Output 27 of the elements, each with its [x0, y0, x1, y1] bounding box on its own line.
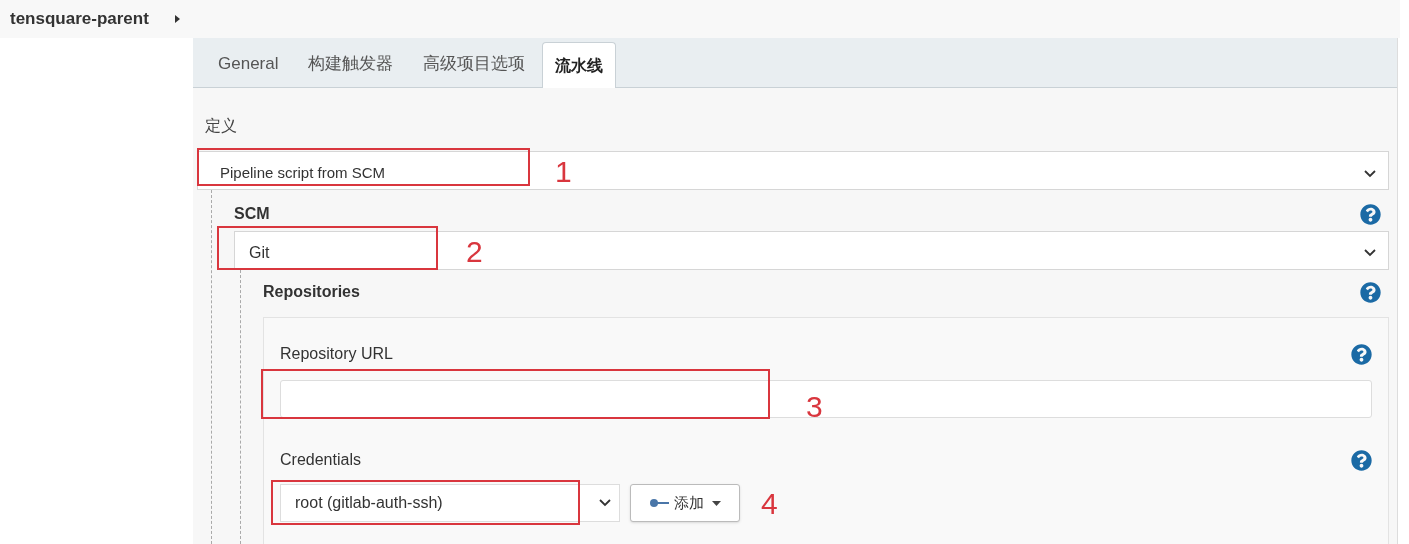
field-label: Credentials [280, 450, 361, 470]
tab[interactable]: 构建触发器 [295, 41, 407, 87]
field-label: SCM [234, 204, 270, 224]
credentials-select[interactable]: root (gitlab-auth-ssh) [280, 484, 620, 522]
add-button[interactable]: 添加 [630, 484, 740, 522]
tab[interactable]: 高级项目选项 [410, 41, 539, 87]
field-label: Repositories [263, 282, 360, 302]
annotation-number: 4 [761, 489, 778, 519]
key-icon [649, 498, 670, 508]
help-icon[interactable] [1351, 343, 1372, 365]
field-label: 定义 [204, 116, 238, 136]
annotation-number: 2 [466, 237, 483, 267]
field-label: Repository URL [280, 344, 393, 364]
help-icon[interactable] [1351, 449, 1372, 471]
annotation-number: 3 [806, 392, 823, 422]
caret-right-icon[interactable] [174, 15, 180, 23]
help-icon[interactable] [1360, 203, 1381, 225]
chevron-down-icon [1364, 169, 1376, 178]
chevron-down-icon [1364, 248, 1376, 257]
tab[interactable]: 流水线 [542, 42, 617, 88]
annotation-number: 1 [555, 157, 572, 187]
breadcrumb-title[interactable]: tensquare-parent [10, 6, 149, 32]
chevron-down-icon [599, 499, 611, 507]
tab[interactable]: General [205, 41, 292, 87]
repository-url-input[interactable] [280, 380, 1372, 418]
caret-down-icon [711, 500, 721, 506]
help-icon[interactable] [1360, 281, 1381, 303]
